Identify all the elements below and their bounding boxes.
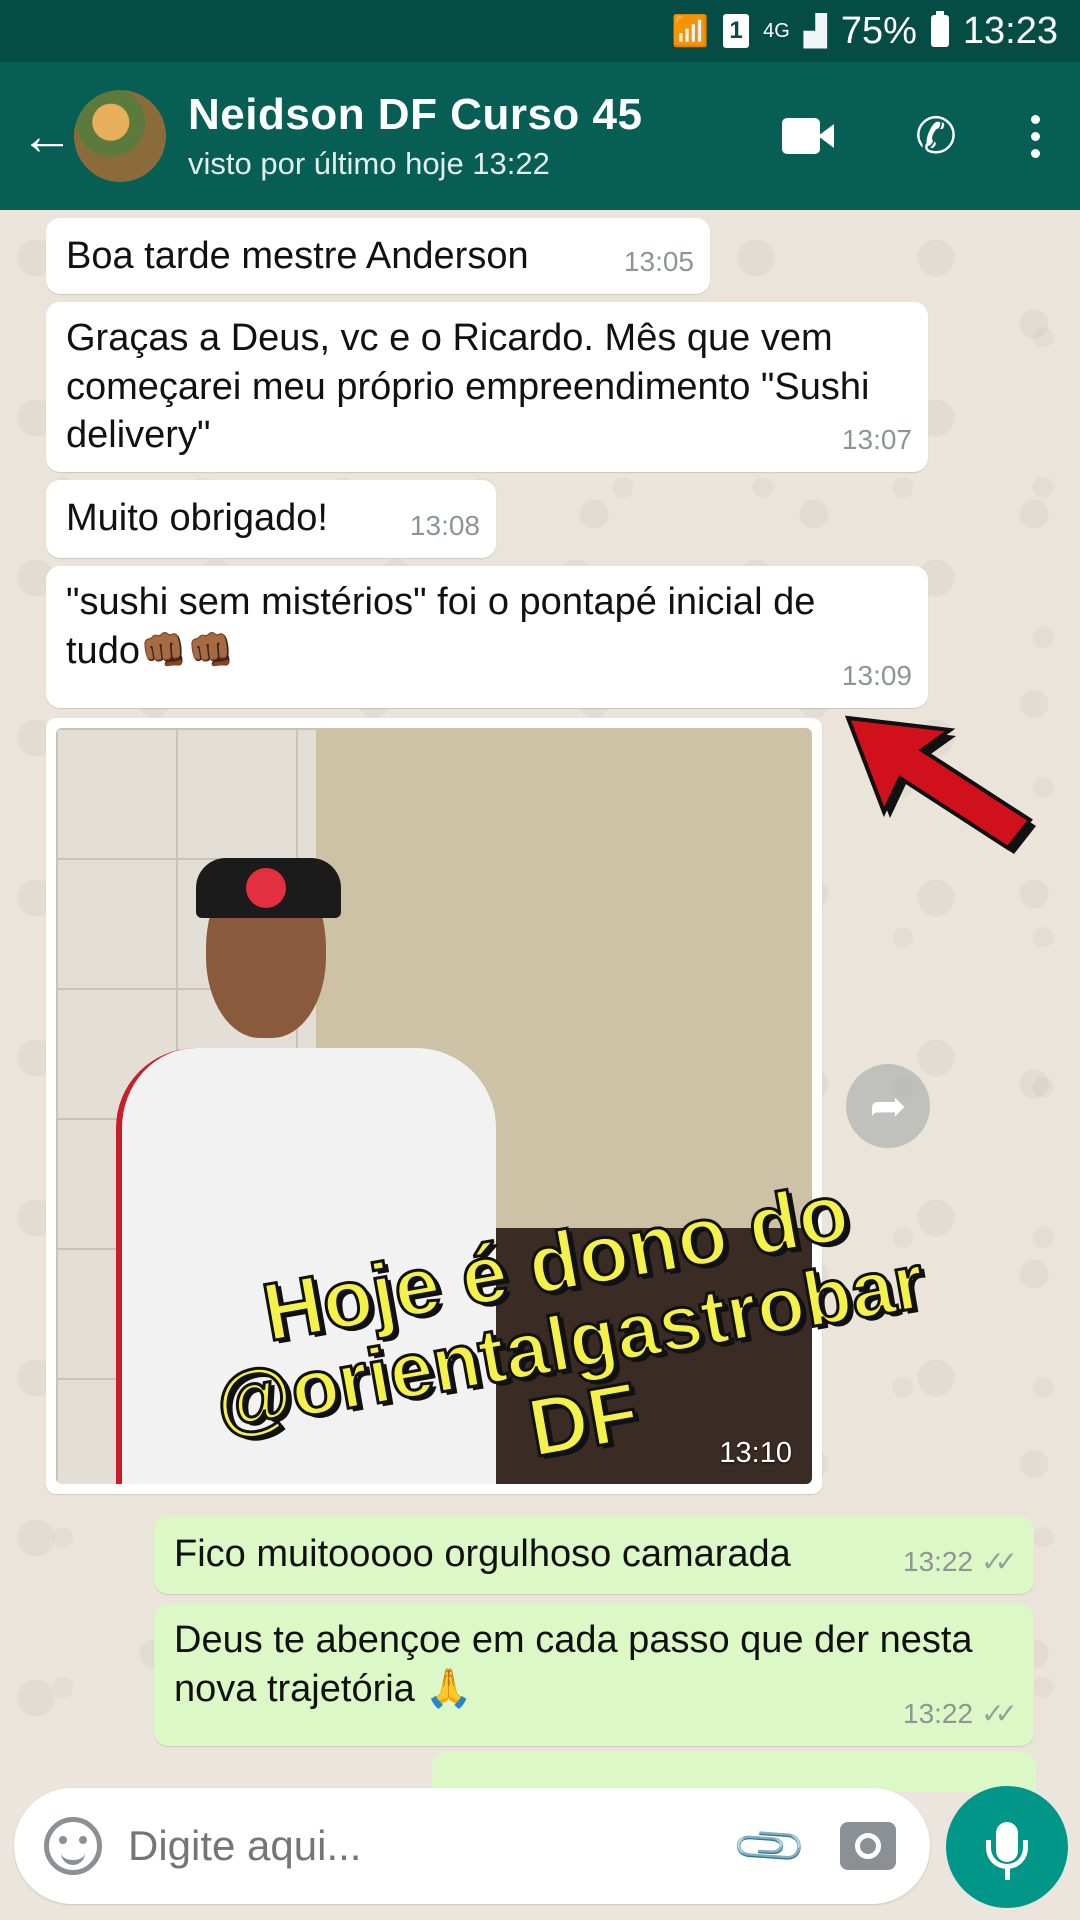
signal-icon: ▟ <box>803 14 827 48</box>
message-bubble-outgoing[interactable]: Deus te abençoe em cada passo que der ne… <box>154 1604 1034 1746</box>
message-text: Fico muitooooo orgulhoso camarada <box>174 1533 791 1575</box>
status-bar: 📶 1 4G ▟ 75% 13:23 <box>0 0 1080 62</box>
forward-icon: ➦ <box>869 1081 907 1131</box>
more-options-button[interactable] <box>1000 114 1080 158</box>
message-bubble-incoming[interactable]: Graças a Deus, vc e o Ricardo. Mês que v… <box>46 302 928 472</box>
message-time: 13:22 ✓✓ <box>903 1696 1018 1732</box>
chat-header: ← Neidson DF Curso 45 visto por último h… <box>0 62 1080 210</box>
network-label: 4G <box>763 19 790 42</box>
contact-name: Neidson DF Curso 45 <box>188 90 643 139</box>
attach-icon[interactable]: 📎 <box>729 1805 812 1888</box>
message-text: Muito obrigado! <box>66 497 328 539</box>
contact-info[interactable]: Neidson DF Curso 45 visto por último hoj… <box>188 90 744 182</box>
message-time: 13:07 <box>841 424 912 456</box>
chef-photo[interactable]: 13:10 <box>56 728 812 1484</box>
double-check-icon: ✓✓ <box>981 1546 1018 1578</box>
message-time: 13:22 ✓✓ <box>903 1544 1018 1580</box>
compose-bar: 📎 <box>14 1788 930 1904</box>
video-call-button[interactable] <box>744 118 872 154</box>
phone-icon: ✆ <box>915 108 957 164</box>
message-time: 13:08 <box>409 510 480 542</box>
video-camera-icon <box>782 118 834 154</box>
microphone-icon <box>986 1822 1028 1880</box>
back-arrow-icon[interactable]: ← <box>0 105 80 167</box>
voice-record-button[interactable] <box>946 1786 1068 1908</box>
voice-call-button[interactable]: ✆ <box>872 107 1000 165</box>
message-bubble-incoming[interactable]: Boa tarde mestre Anderson 13:05 <box>46 218 710 294</box>
message-bubble-outgoing[interactable]: Fico muitooooo orgulhoso camarada 13:22 ✓… <box>154 1516 1034 1594</box>
forward-button[interactable]: ➦ <box>846 1064 930 1148</box>
battery-percent: 75% <box>840 9 917 52</box>
message-time: 13:10 <box>719 1437 792 1469</box>
more-vert-icon <box>1030 114 1040 158</box>
message-bubble-outgoing-partial[interactable] <box>432 1752 1036 1792</box>
avatar[interactable] <box>74 90 166 182</box>
red-arrow-annotation <box>844 715 1036 854</box>
double-check-icon: ✓✓ <box>981 1698 1018 1730</box>
wifi-icon: 📶 <box>671 14 710 48</box>
contact-status: visto por último hoje 13:22 <box>188 146 550 181</box>
image-message[interactable]: 13:10 <box>46 718 822 1494</box>
emoji-icon[interactable] <box>44 1817 102 1875</box>
message-text: Boa tarde mestre Anderson <box>66 235 529 277</box>
camera-icon[interactable] <box>840 1822 896 1870</box>
message-text: Deus te abençoe em cada passo que der ne… <box>174 1619 973 1710</box>
battery-icon <box>930 11 949 47</box>
message-text: "sushi sem mistérios" foi o pontapé inic… <box>66 581 816 672</box>
message-time: 13:05 <box>623 246 694 278</box>
clock: 13:23 <box>962 9 1058 52</box>
sim-icon: 1 <box>723 14 750 48</box>
message-input[interactable] <box>128 1822 741 1870</box>
message-bubble-incoming[interactable]: "sushi sem mistérios" foi o pontapé inic… <box>46 566 928 708</box>
message-text: Graças a Deus, vc e o Ricardo. Mês que v… <box>66 317 870 457</box>
message-bubble-incoming[interactable]: Muito obrigado! 13:08 <box>46 480 496 558</box>
message-time: 13:09 <box>841 660 912 692</box>
